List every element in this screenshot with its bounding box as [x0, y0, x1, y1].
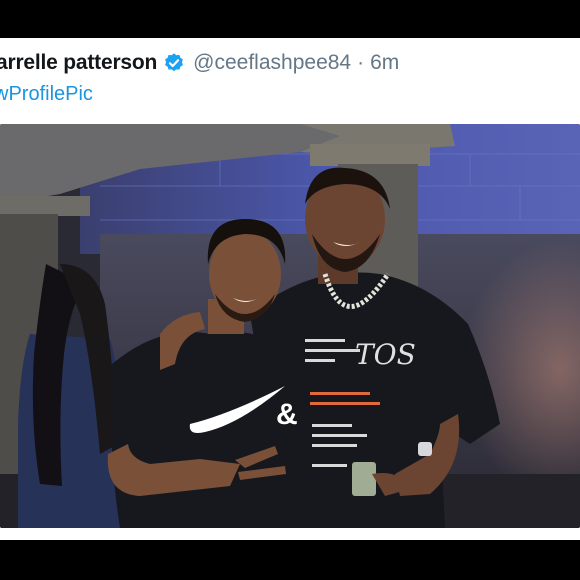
top-black-bar: [0, 0, 580, 38]
tweet-photo[interactable]: TOS &: [0, 124, 580, 528]
timestamp[interactable]: 6m: [370, 51, 399, 75]
display-name[interactable]: arrelle patterson: [0, 51, 157, 75]
user-handle[interactable]: @ceeflashpee84: [193, 51, 351, 75]
bottom-black-bar: [0, 540, 580, 580]
tweet-header: arrelle patterson @ceeflashpee84 · 6m: [0, 48, 580, 78]
separator-dot: ·: [357, 51, 365, 74]
tweet-card[interactable]: arrelle patterson @ceeflashpee84 · 6m wP…: [0, 38, 580, 540]
hashtag-link[interactable]: wProfilePic: [0, 83, 93, 106]
left-column-capital: [0, 196, 90, 216]
drink-cup: [352, 462, 376, 496]
right-column-capital: [310, 144, 430, 166]
shirt-heading-right: TOS: [355, 338, 416, 371]
verified-badge-icon: [163, 52, 185, 74]
shirt-ampersand: &: [276, 398, 298, 431]
watch: [418, 442, 432, 456]
